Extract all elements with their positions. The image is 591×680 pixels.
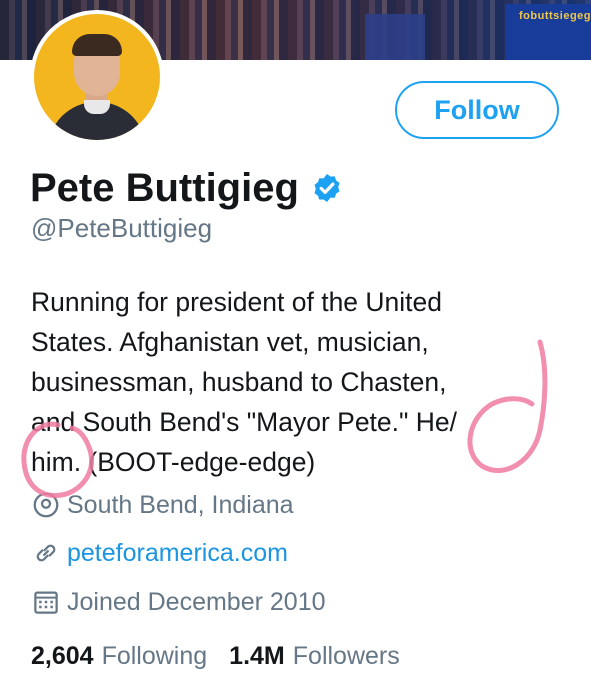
bio-line: businessman, husband to Chasten, <box>31 367 447 397</box>
following-label: Following <box>101 641 208 670</box>
name-row: Pete Buttigieg <box>30 164 343 212</box>
bio-line: Running for president of the United <box>31 287 443 317</box>
bio-line: States. Afghanistan vet, musician, <box>31 327 429 357</box>
banner-sign-text: fobuttsiegeg <box>519 10 591 22</box>
profile-handle: @PeteButtigieg <box>31 213 213 243</box>
avatar[interactable] <box>30 10 164 144</box>
profile-bio: Running for president of the United Stat… <box>31 282 591 482</box>
website-row: peteforamerica.com <box>31 536 288 570</box>
avatar-photo <box>34 14 160 140</box>
bio-line: him. (BOOT-edge-edge) <box>31 447 316 477</box>
website-link[interactable]: peteforamerica.com <box>67 539 288 568</box>
banner-stage <box>365 14 425 60</box>
verified-badge-icon <box>314 174 340 202</box>
location-text: South Bend, Indiana <box>67 490 294 519</box>
follow-stats: 2,604 Following 1.4M Followers <box>31 638 400 674</box>
followers-stat[interactable]: 1.4M Followers <box>229 642 400 671</box>
followers-count: 1.4M <box>229 641 285 670</box>
display-name: Pete Buttigieg <box>30 165 299 210</box>
following-stat[interactable]: 2,604 Following <box>31 642 207 671</box>
calendar-icon <box>34 591 58 614</box>
followers-label: Followers <box>292 641 400 670</box>
following-count: 2,604 <box>31 641 94 670</box>
joined-text: Joined December 2010 <box>67 587 326 616</box>
follow-button[interactable]: Follow <box>395 81 559 139</box>
link-icon <box>36 544 56 562</box>
bio-line: and South Bend's "Mayor Pete." He/ <box>31 407 458 437</box>
joined-row: Joined December 2010 <box>31 585 326 619</box>
location-pin-icon <box>33 492 59 518</box>
location-row: South Bend, Indiana <box>31 488 294 522</box>
